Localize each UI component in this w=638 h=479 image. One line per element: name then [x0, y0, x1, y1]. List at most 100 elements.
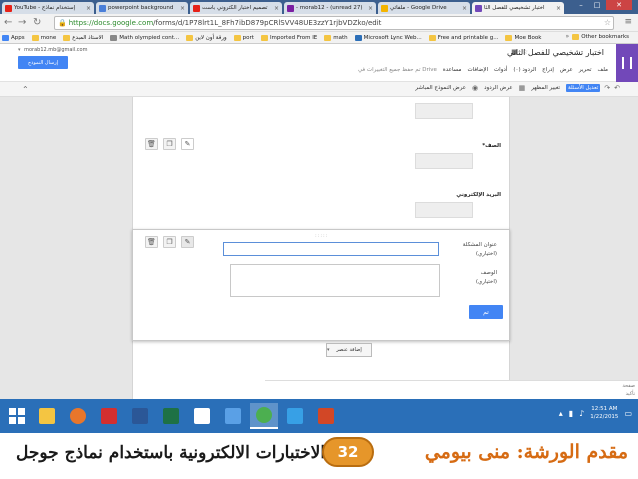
taskbar-app[interactable]	[157, 403, 185, 429]
slide-footer: الاختبارات الالكترونية باستخدام نماذج جو…	[0, 433, 638, 479]
bookmark-item[interactable]: الاستاذ المبدع	[63, 34, 103, 41]
start-logo-icon	[18, 408, 25, 415]
document-title[interactable]: اختبار تشخيصي للفصل الثاني	[507, 48, 604, 57]
bookmark-item[interactable]: port	[233, 34, 254, 41]
tab-close-icon[interactable]: ×	[556, 5, 561, 12]
back-icon[interactable]: ←	[4, 17, 12, 29]
browser-tab[interactable]: إستخدام نماذج - YouTube ×	[2, 2, 94, 14]
browser-tab[interactable]: تصميم اختبار الكتروني باست ×	[190, 2, 282, 14]
taskbar-app[interactable]	[250, 403, 278, 429]
bookmark-item[interactable]: Math olympied cont...	[110, 34, 180, 41]
add-item-button[interactable]: إضافة عنصر	[326, 343, 372, 357]
browser-tab[interactable]: powerpoint background ×	[96, 2, 188, 14]
bookmark-folder-icon	[233, 34, 241, 41]
bookmark-star-icon[interactable]: ☆	[604, 18, 611, 27]
window-close-icon[interactable]: ✕	[606, 0, 632, 10]
browser-tab[interactable]: (27 unread) - morab12 - ×	[284, 2, 376, 14]
address-bar[interactable]: 🔒 https://docs.google.com /forms/d/1P78l…	[54, 16, 614, 30]
start-logo-icon	[9, 417, 16, 424]
tab-favicon-icon	[475, 4, 482, 12]
taskbar-app[interactable]	[188, 403, 216, 429]
help-text-input[interactable]	[230, 264, 440, 297]
drag-handle-icon[interactable]: :::::	[315, 233, 328, 239]
tab-close-icon[interactable]: ×	[274, 5, 279, 12]
forward-icon[interactable]: →	[18, 17, 26, 29]
taskbar-app[interactable]	[33, 403, 61, 429]
question-title-class[interactable]: الصف*	[482, 143, 501, 149]
browser-tab[interactable]: اختبار تشخيصي للفصل الثا ×	[472, 2, 564, 14]
bookmark-item[interactable]: Free and printable g...	[428, 34, 498, 41]
edit-pencil-icon[interactable]: ✎	[181, 138, 194, 150]
done-button[interactable]: تم	[469, 305, 503, 319]
question-title-input[interactable]	[223, 242, 439, 256]
slide-topic: الاختبارات الالكترونية باستخدام نماذج جو…	[16, 443, 326, 463]
collapse-header-icon[interactable]: ⌃	[22, 85, 29, 94]
send-form-button[interactable]: إرسال النموذج	[18, 56, 68, 69]
browser-tab-strip: إستخدام نماذج - YouTube × powerpoint backg…	[0, 0, 638, 14]
duplicate-icon[interactable]: ❐	[163, 236, 176, 248]
maximize-icon[interactable]: □	[590, 0, 604, 10]
other-bookmarks[interactable]: » Other bookmarks	[566, 33, 629, 40]
undo-icon[interactable]: ↶	[614, 84, 620, 92]
menu-item[interactable]: مساعدة	[443, 67, 462, 73]
edit-pencil-icon[interactable]: ✎	[181, 236, 194, 248]
menu-item[interactable]: إدراج	[542, 67, 554, 73]
excel-icon	[163, 408, 179, 424]
forms-app-icon[interactable]	[616, 44, 638, 82]
notifications-icon[interactable]: ▭	[624, 409, 632, 418]
clock[interactable]: 12:51 AM 1/22/2015	[590, 405, 618, 421]
menu-item[interactable]: الإضافات	[468, 67, 489, 73]
minimize-icon[interactable]: –	[574, 0, 588, 10]
taskbar-app[interactable]	[95, 403, 123, 429]
delete-icon[interactable]: 🗑	[145, 236, 158, 248]
forms-logo-icon	[622, 57, 632, 69]
tab-close-icon[interactable]: ×	[86, 5, 91, 12]
eye-icon: ◉	[472, 84, 479, 92]
redo-icon[interactable]: ↷	[604, 84, 610, 92]
volume-icon[interactable]: ♪	[579, 409, 584, 418]
save-status[interactable]: تم حفظ جميع التغييرات في Drive	[358, 67, 437, 73]
network-icon[interactable]: ▮	[569, 409, 573, 418]
bookmark-item[interactable]: math	[324, 34, 348, 41]
forms-toolbar: ⌃ ↶ ↷ تعديل الأسئلة تغيير المظهر ▦ عرض ا…	[0, 82, 638, 97]
form-editor-canvas: 🗑 ❐ ✎ الصف* البريد الإلكتروني صفحة تأكيد…	[0, 97, 638, 399]
tab-close-icon[interactable]: ×	[462, 5, 467, 12]
duplicate-icon[interactable]: ❐	[163, 138, 176, 150]
bookmark-item[interactable]: Apps	[2, 34, 25, 41]
taskbar-app[interactable]	[126, 403, 154, 429]
bookmark-item[interactable]: Imported From IE	[260, 34, 317, 41]
view-live-form-button[interactable]: عرض النموذج المباشر	[413, 84, 468, 92]
menu-item[interactable]: أدوات	[494, 67, 507, 73]
confirmation-page-section[interactable]: صفحة تأكيد	[265, 380, 638, 399]
answer-preview	[415, 103, 473, 119]
change-theme-button[interactable]: تغيير المظهر	[529, 84, 562, 92]
taskbar-app[interactable]	[281, 403, 309, 429]
question-title-email[interactable]: البريد الإلكتروني	[456, 192, 501, 198]
chrome-menu-icon[interactable]: ≡	[624, 17, 632, 27]
browser-tab[interactable]: Google Drive - ملفاتي ×	[378, 2, 470, 14]
bookmark-label: Moe Book	[514, 34, 542, 41]
menu-item[interactable]: تحرير	[579, 67, 592, 73]
spreadsheet-icon: ▦	[518, 84, 526, 92]
menu-item[interactable]: ملف	[598, 67, 608, 73]
taskbar-app[interactable]	[219, 403, 247, 429]
menu-item[interactable]: عرض	[560, 67, 573, 73]
reload-icon[interactable]: ↻	[33, 17, 41, 29]
taskbar-app[interactable]	[312, 403, 340, 429]
taskbar-app[interactable]	[64, 403, 92, 429]
tab-close-icon[interactable]: ×	[368, 5, 373, 12]
menu-item[interactable]: الردود (٠)	[513, 67, 536, 73]
bookmark-item[interactable]: mone	[31, 34, 56, 41]
tray-arrow-icon[interactable]: ▴	[559, 409, 563, 418]
edit-questions-button[interactable]: تعديل الأسئلة	[566, 84, 601, 92]
delete-icon[interactable]: 🗑	[145, 138, 158, 150]
other-bookmarks-label: Other bookmarks	[581, 33, 629, 40]
view-responses-button[interactable]: عرض الردود	[482, 84, 515, 92]
bookmark-item[interactable]: ورقة أون لاين	[186, 34, 227, 41]
bookmark-item[interactable]: Microsoft Lync Web...	[354, 34, 422, 41]
bookmark-item[interactable]: Moe Book	[505, 34, 542, 41]
tab-close-icon[interactable]: ×	[180, 5, 185, 12]
start-button[interactable]	[4, 403, 30, 429]
bookmark-label: Math olympied cont...	[119, 34, 180, 41]
account-switcher[interactable]: ▾ morab12.mb@gmail.com	[18, 47, 87, 53]
